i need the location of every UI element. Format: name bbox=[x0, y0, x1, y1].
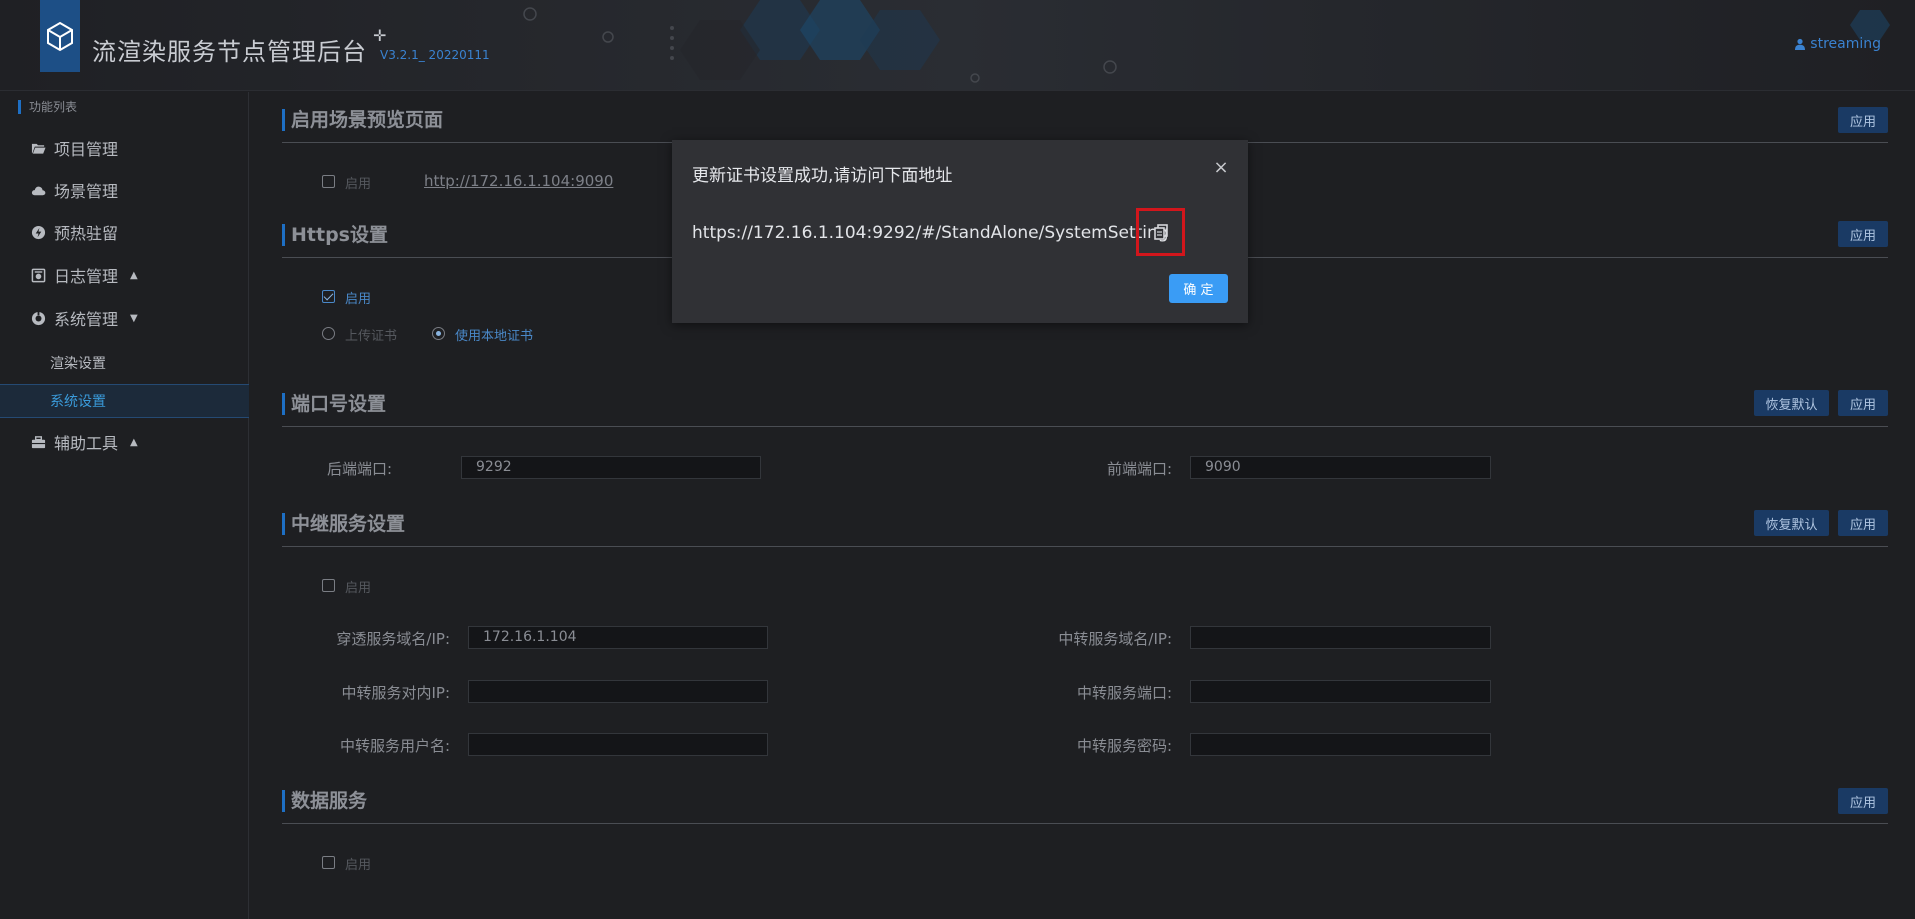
radio-upload-cert-label: 上传证书 bbox=[345, 329, 398, 344]
relay-reset-button[interactable]: 恢复默认 bbox=[1754, 510, 1829, 536]
relay-inner-ip-input[interactable] bbox=[468, 680, 768, 703]
user-menu[interactable]: streaming bbox=[1794, 36, 1881, 52]
frontend-port-label: 前端端口: bbox=[1106, 460, 1172, 478]
sidebar: 功能列表 项目管理 场景管理 预热驻留 日志管理 ▲ 系统管理 ▼ 渲染设置 系… bbox=[0, 92, 249, 919]
relay-apply-button[interactable]: 应用 bbox=[1838, 510, 1888, 536]
backend-port-input[interactable]: 9292 bbox=[461, 456, 761, 479]
relay-domain-label: 中转服务域名/IP: bbox=[1058, 630, 1172, 648]
cloud-icon bbox=[30, 182, 46, 198]
https-enable-checkbox[interactable] bbox=[322, 290, 335, 303]
app-logo bbox=[40, 0, 80, 72]
username[interactable]: streaming bbox=[1810, 36, 1881, 52]
relay-enable-checkbox[interactable] bbox=[322, 579, 335, 592]
sidebar-subitem-system-settings[interactable]: 系统设置 bbox=[0, 384, 249, 418]
section-title-preview: 启用场景预览页面 bbox=[282, 109, 443, 131]
user-icon bbox=[1795, 38, 1806, 50]
confirm-button[interactable]: 确 定 bbox=[1169, 274, 1228, 303]
relay-port-label: 中转服务端口: bbox=[1076, 684, 1172, 702]
sidebar-subitem-render-settings[interactable]: 渲染设置 bbox=[0, 346, 249, 380]
title-cross-icon: ✛ bbox=[373, 26, 387, 45]
cube-logo-icon bbox=[47, 21, 73, 52]
relay-enable-label: 启用 bbox=[345, 581, 372, 596]
section-divider bbox=[282, 546, 1888, 547]
relay-inner-ip-label: 中转服务对内IP: bbox=[341, 684, 450, 702]
relay-user-label: 中转服务用户名: bbox=[339, 737, 450, 755]
app-title: 流渲染服务节点管理后台 bbox=[92, 38, 367, 66]
preview-apply-button[interactable]: 应用 bbox=[1838, 107, 1888, 133]
relay-password-label: 中转服务密码: bbox=[1076, 737, 1172, 755]
sidebar-subitem-label: 系统设置 bbox=[50, 394, 106, 410]
relay-port-input[interactable] bbox=[1190, 680, 1491, 703]
section-title-data: 数据服务 bbox=[282, 790, 367, 812]
section-title-relay: 中继服务设置 bbox=[282, 513, 405, 535]
bolt-icon bbox=[30, 224, 46, 240]
sidebar-item-projects[interactable]: 项目管理 bbox=[0, 128, 249, 168]
app-header: 流渲染服务节点管理后台 ✛ V3.2.1_ 20220111 streaming bbox=[0, 0, 1915, 91]
section-divider bbox=[282, 823, 1888, 824]
sidebar-item-label: 日志管理 bbox=[54, 267, 119, 286]
penetrate-domain-input[interactable]: 172.16.1.104 bbox=[468, 626, 768, 649]
data-enable-label: 启用 bbox=[345, 858, 372, 873]
system-icon bbox=[30, 310, 46, 326]
preview-enable-checkbox[interactable] bbox=[322, 175, 335, 188]
radio-upload-cert[interactable] bbox=[322, 327, 335, 340]
caret-down-icon: ▼ bbox=[130, 312, 138, 324]
preview-url-link[interactable]: http://172.16.1.104:9090 bbox=[424, 172, 613, 190]
copy-icon bbox=[1153, 224, 1168, 240]
sidebar-item-scenes[interactable]: 场景管理 bbox=[0, 170, 249, 210]
backend-port-label: 后端端口: bbox=[326, 460, 392, 478]
relay-user-input[interactable] bbox=[468, 733, 768, 756]
sidebar-item-label: 场景管理 bbox=[54, 182, 119, 201]
close-icon[interactable]: × bbox=[1212, 157, 1230, 178]
folder-open-icon bbox=[30, 140, 46, 156]
log-icon bbox=[30, 267, 46, 283]
dialog-url: https://172.16.1.104:9292/#/StandAlone/S… bbox=[692, 223, 1169, 243]
section-divider bbox=[282, 426, 1888, 427]
sidebar-subitem-label: 渲染设置 bbox=[50, 356, 106, 372]
sidebar-item-logs[interactable]: 日志管理 ▲ bbox=[0, 255, 249, 295]
sidebar-item-system[interactable]: 系统管理 ▼ bbox=[0, 298, 249, 338]
port-apply-button[interactable]: 应用 bbox=[1838, 390, 1888, 416]
radio-local-cert[interactable] bbox=[432, 327, 445, 340]
sidebar-title: 功能列表 bbox=[18, 100, 77, 114]
port-reset-button[interactable]: 恢复默认 bbox=[1754, 390, 1829, 416]
https-apply-button[interactable]: 应用 bbox=[1838, 221, 1888, 247]
section-title-port: 端口号设置 bbox=[282, 393, 386, 415]
caret-up-icon: ▲ bbox=[130, 269, 138, 281]
copy-url-button[interactable] bbox=[1136, 208, 1185, 256]
radio-local-cert-label: 使用本地证书 bbox=[455, 329, 534, 344]
dialog-title: 更新证书设置成功,请访问下面地址 bbox=[692, 166, 953, 186]
sidebar-item-label: 项目管理 bbox=[54, 140, 119, 159]
section-title-https: Https设置 bbox=[282, 224, 388, 246]
relay-password-input[interactable] bbox=[1190, 733, 1491, 756]
sidebar-item-tools[interactable]: 辅助工具 ▲ bbox=[0, 422, 249, 462]
toolbox-icon bbox=[30, 434, 46, 450]
data-apply-button[interactable]: 应用 bbox=[1838, 788, 1888, 814]
relay-domain-input[interactable] bbox=[1190, 626, 1491, 649]
caret-up-icon: ▲ bbox=[130, 436, 138, 448]
app-version: V3.2.1_ 20220111 bbox=[380, 48, 490, 62]
success-dialog: 更新证书设置成功,请访问下面地址 × https://172.16.1.104:… bbox=[672, 140, 1248, 323]
sidebar-item-label: 辅助工具 bbox=[54, 434, 119, 453]
preview-enable-label: 启用 bbox=[345, 177, 372, 192]
sidebar-item-label: 系统管理 bbox=[54, 310, 119, 329]
sidebar-item-label: 预热驻留 bbox=[54, 224, 119, 243]
https-enable-label: 启用 bbox=[345, 292, 372, 307]
frontend-port-input[interactable]: 9090 bbox=[1190, 456, 1491, 479]
penetrate-domain-label: 穿透服务域名/IP: bbox=[336, 630, 450, 648]
sidebar-item-preheat[interactable]: 预热驻留 bbox=[0, 212, 249, 252]
data-enable-checkbox[interactable] bbox=[322, 856, 335, 869]
